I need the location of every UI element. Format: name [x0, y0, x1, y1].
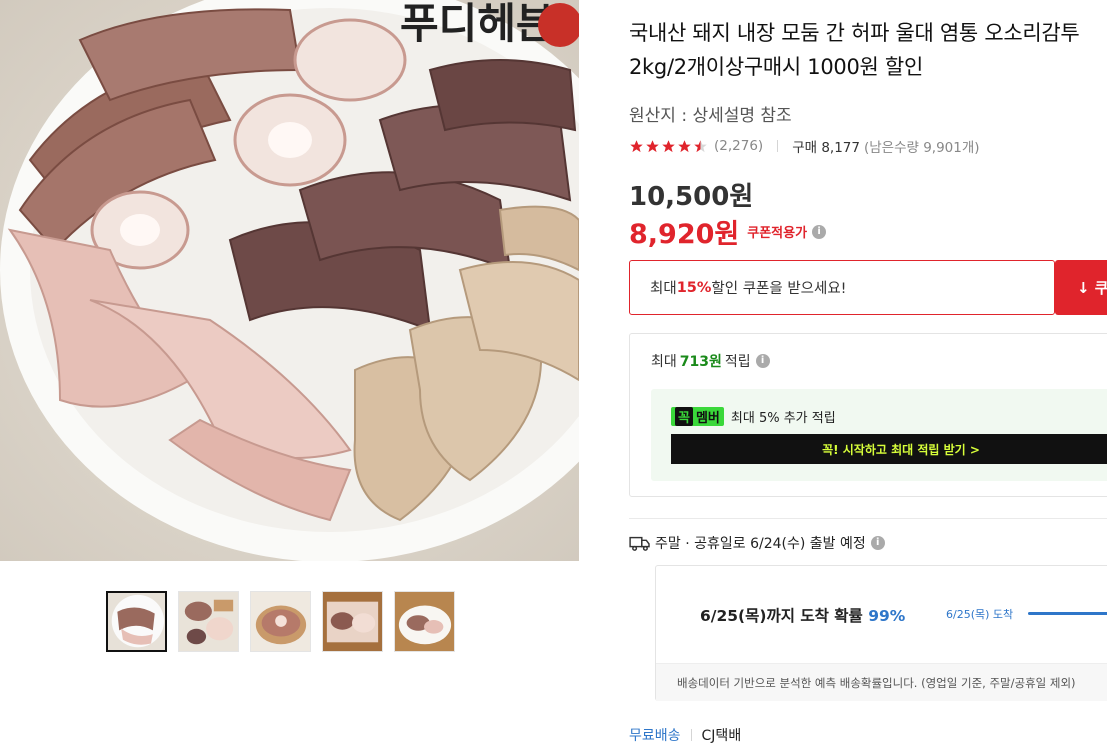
- product-main-image[interactable]: 푸디헤븐: [0, 0, 579, 561]
- member-text: 최대 5% 추가 적립: [730, 411, 836, 426]
- reward-title: 최대 713원 적립 i: [651, 351, 770, 371]
- reward-title-suffix: 적립: [724, 354, 751, 370]
- divider: [777, 140, 779, 152]
- divider: [690, 729, 692, 741]
- delivery-probability-pct: 99%: [868, 607, 906, 625]
- reward-box: 최대 713원 적립 i 꼭멤버 최대 5% 추가 적립 4 꼭! 시작하고 최…: [629, 333, 1107, 497]
- product-title: 국내산 돼지 내장 모둠 간 허파 울대 염통 오소리감투 2kg/2개이상구매…: [629, 21, 1080, 79]
- sold-count: 구매 8,177: [792, 140, 860, 156]
- shipping-notice: 주말 · 공휴일로 6/24(수) 출발 예정: [655, 536, 866, 552]
- member-row: 꼭 멤버 최대 5% 추가 적립: [671, 407, 836, 426]
- delivery-note: 배송데이터 기반으로 분석한 예측 배송확률입니다. (영업일 기준, 주말/공…: [656, 663, 1107, 701]
- reward-title-prefix: 최대: [651, 354, 677, 370]
- star-icon: [677, 139, 692, 154]
- delivery-bar-label: 6/25(목) 도착: [946, 608, 1014, 621]
- price-sale: 8,920원: [629, 219, 740, 250]
- platter-illustration: 푸디헤븐: [0, 0, 579, 561]
- shipping-notice-row: 주말 · 공휴일로 6/24(수) 출발 예정 i: [629, 533, 885, 553]
- thumbnail-1[interactable]: [106, 591, 167, 652]
- free-shipping-label: 무료배송: [629, 728, 681, 744]
- stock-remaining: (남은수량 9,901개): [863, 140, 980, 156]
- member-badge: 꼭 멤버: [671, 407, 724, 426]
- section-divider: [629, 518, 1107, 519]
- star-icon: [629, 139, 644, 154]
- thumbnail-4[interactable]: [322, 591, 383, 652]
- info-icon[interactable]: i: [755, 354, 770, 368]
- shipping-method-row: 무료배송 CJ택배: [629, 725, 741, 745]
- product-image-brand-text: 푸디헤븐: [400, 0, 555, 48]
- product-origin: 원산지 : 상세설명 참조: [629, 106, 792, 126]
- sale-price-row: 8,920원 쿠폰적용가 i: [629, 212, 827, 251]
- member-promo-box: 꼭멤버 최대 5% 추가 적립 4 꼭! 시작하고 최대 적립 받기 >: [651, 389, 1107, 481]
- coupon-text-highlight: 15%: [676, 279, 712, 296]
- info-icon[interactable]: i: [870, 536, 885, 550]
- review-count[interactable]: (2,276): [714, 138, 763, 154]
- coupon-text-suffix: 할인 쿠폰을 받으세요!: [711, 281, 847, 297]
- thumbnail-2[interactable]: [178, 591, 239, 652]
- carrier-label: CJ택배: [701, 728, 742, 744]
- delivery-probability-bar: [1028, 612, 1107, 615]
- coupon-banner[interactable]: 최대 15% 할인 쿠폰을 받으세요!: [629, 260, 1055, 315]
- coupon-text-prefix: 최대: [650, 281, 677, 297]
- price-original: 10,500원: [629, 182, 754, 212]
- thumbnail-5[interactable]: [394, 591, 455, 652]
- reward-amount: 713원: [679, 354, 722, 370]
- delivery-probability-box: 6/25(목)까지 도착 확률 99% 6/25(목) 도착 배송데이터 기반으…: [655, 565, 1107, 701]
- truck-icon: [629, 536, 650, 551]
- thumbnail-3[interactable]: [250, 591, 311, 652]
- delivery-probability: 6/25(목)까지 도착 확률 99%: [700, 607, 906, 625]
- coupon-applied-label: 쿠폰적용가: [747, 226, 808, 241]
- thumbnail-strip: [106, 591, 455, 652]
- coupon-download-button[interactable]: ↓ 쿠: [1055, 260, 1107, 315]
- rating-stars[interactable]: [629, 139, 708, 154]
- info-icon[interactable]: i: [812, 224, 827, 239]
- star-icon: [661, 139, 676, 154]
- half-star-icon: [693, 139, 708, 154]
- star-icon: [645, 139, 660, 154]
- member-signup-button[interactable]: 꼭! 시작하고 최대 적립 받기 >: [671, 434, 1107, 464]
- rating-row: (2,276) 구매 8,177 (남은수량 9,901개): [629, 136, 980, 156]
